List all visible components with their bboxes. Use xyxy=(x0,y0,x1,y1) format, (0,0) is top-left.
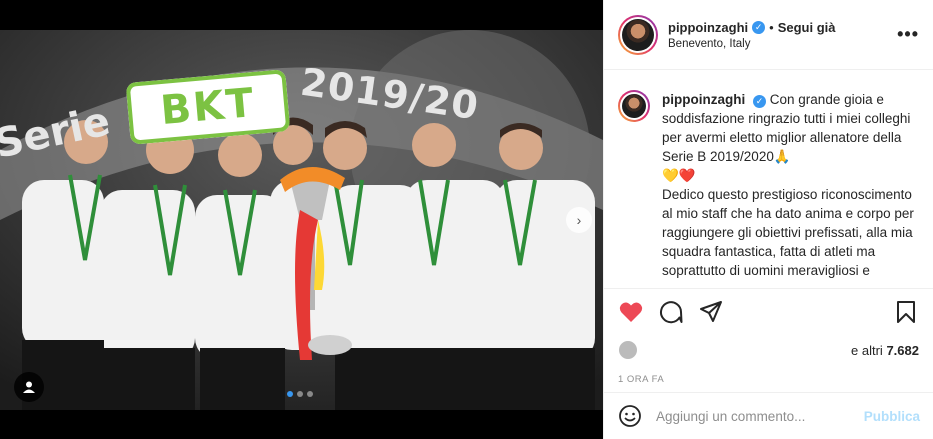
carousel-dot xyxy=(307,391,313,397)
post-side-panel: pippoinzaghi ✓ • Segui già Benevento, It… xyxy=(603,0,933,439)
comment-icon xyxy=(660,300,683,323)
caption-paragraph-2: Dedico questo prestigioso riconoscimento… xyxy=(662,187,914,278)
share-button[interactable] xyxy=(698,299,724,325)
carousel-dot xyxy=(287,391,293,397)
caption-avatar[interactable] xyxy=(618,90,650,122)
comment-input[interactable] xyxy=(656,408,864,424)
action-bar xyxy=(604,288,933,334)
avatar-ring xyxy=(620,92,648,120)
avatar-image xyxy=(622,94,646,118)
carousel-dot xyxy=(297,391,303,397)
caption-text: pippoinzaghi ✓ Con grande gioia e soddis… xyxy=(662,90,919,288)
publish-button[interactable]: Pubblica xyxy=(864,409,920,424)
caption-area[interactable]: pippoinzaghi ✓ Con grande gioia e soddis… xyxy=(604,70,933,288)
verified-badge-icon: ✓ xyxy=(753,95,767,108)
likes-prefix: e altri xyxy=(851,342,883,358)
avatar-ring xyxy=(620,16,656,53)
separator: • xyxy=(769,19,774,35)
avatar-image xyxy=(622,18,654,51)
save-button[interactable] xyxy=(893,299,919,325)
verified-badge-icon: ✓ xyxy=(752,20,766,34)
like-button[interactable] xyxy=(618,299,644,325)
likes-count: 7.682 xyxy=(886,342,919,358)
bookmark-icon xyxy=(897,300,915,323)
likes-summary[interactable]: e altri 7.682 xyxy=(851,343,919,358)
send-icon xyxy=(700,300,722,322)
header-row: pippoinzaghi ✓ • Segui già xyxy=(668,20,836,35)
header-text: pippoinzaghi ✓ • Segui già Benevento, It… xyxy=(668,20,836,50)
instagram-post-modal: Serie BKT 2019/20 › pippoinzaghi ✓ • Seg… xyxy=(0,0,933,439)
chevron-right-icon: › xyxy=(576,212,582,228)
likes-row[interactable]: e altri 7.682 xyxy=(604,334,933,366)
post-header: pippoinzaghi ✓ • Segui già Benevento, It… xyxy=(604,0,933,70)
post-photo[interactable]: Serie BKT 2019/20 › xyxy=(0,0,603,439)
heart-icon xyxy=(619,302,643,322)
liker-avatar[interactable] xyxy=(618,340,638,360)
post-timestamp[interactable]: 1 ORA FA xyxy=(604,366,933,392)
carousel-indicator xyxy=(287,391,313,397)
comment-box: Pubblica xyxy=(604,392,933,439)
username-link[interactable]: pippoinzaghi xyxy=(668,20,748,35)
avatar[interactable] xyxy=(618,14,658,55)
tagged-users-button[interactable] xyxy=(14,372,44,402)
user-icon xyxy=(23,381,35,393)
comment-button[interactable] xyxy=(658,299,684,325)
next-photo-button[interactable]: › xyxy=(566,207,592,233)
photo-content: Serie BKT 2019/20 xyxy=(0,30,603,410)
caption-username[interactable]: pippoinzaghi xyxy=(662,92,745,107)
caption-hearts: 💛❤️ xyxy=(662,168,696,183)
more-options-icon[interactable]: ••• xyxy=(897,24,919,45)
follow-button[interactable]: Segui già xyxy=(778,20,836,35)
location-link[interactable]: Benevento, Italy xyxy=(668,38,836,50)
emoji-icon[interactable] xyxy=(618,404,642,428)
